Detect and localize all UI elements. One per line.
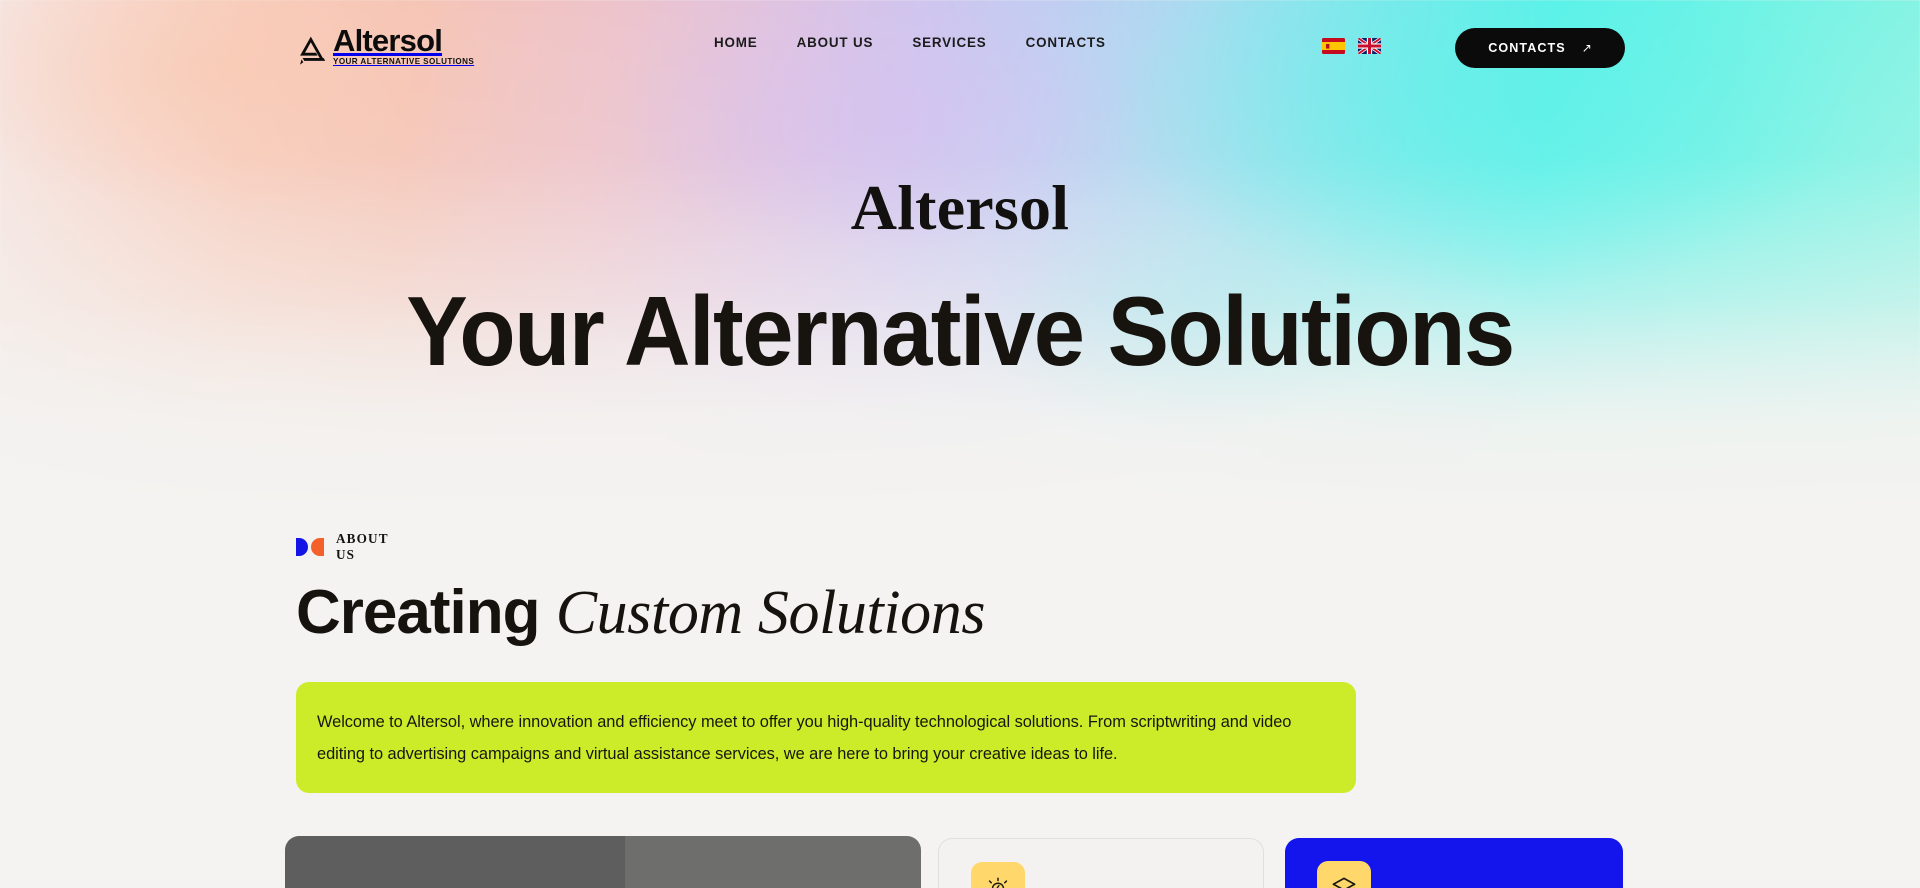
spain-flag-icon[interactable] (1322, 38, 1345, 54)
logo-wordmark: Altersol (333, 23, 443, 59)
blue-halfround-shape-icon (296, 538, 308, 556)
nav-item-home[interactable]: HOME (714, 25, 758, 60)
idea-card[interactable] (938, 838, 1264, 888)
orange-halfround-shape-icon (311, 538, 324, 556)
main-navigation: HOME ABOUT US SERVICES CONTACTS (714, 0, 1106, 84)
about-section-label: ABOUT US (336, 531, 389, 562)
hero-brand-name: Altersol (850, 172, 1070, 243)
site-header: Altersol YOUR ALTERNATIVE SOLUTIONS HOME… (0, 0, 1920, 84)
layers-card-icon-tile (1317, 861, 1371, 888)
media-card-right-panel (625, 836, 921, 888)
media-card[interactable] (285, 836, 921, 888)
nav-item-services[interactable]: SERVICES (912, 25, 986, 60)
dual-shape-bullet-icon (296, 538, 324, 556)
media-card-left-panel (285, 836, 625, 888)
nav-item-contacts[interactable]: CONTACTS (1026, 25, 1106, 60)
header-contacts-button[interactable]: CONTACTS ↗ (1455, 28, 1625, 68)
idea-card-icon-tile (971, 862, 1025, 888)
arrow-up-right-icon: ↗ (1581, 41, 1592, 55)
about-section-label-row: ABOUT US (296, 531, 388, 563)
about-intro-box: Welcome to Altersol, where innovation an… (296, 682, 1356, 794)
about-heading: Creating Custom Solutions (296, 579, 986, 647)
about-heading-bold: Creating (296, 578, 540, 647)
site-logo[interactable]: Altersol YOUR ALTERNATIVE SOLUTIONS (296, 23, 475, 66)
page-root: Altersol YOUR ALTERNATIVE SOLUTIONS HOME… (0, 0, 1920, 888)
nav-item-about-us[interactable]: ABOUT US (797, 25, 874, 60)
united-kingdom-flag-icon[interactable] (1358, 38, 1381, 54)
lightbulb-bolt-icon (988, 877, 1008, 888)
about-heading-italic: Custom Solutions (555, 579, 986, 647)
logo-tagline: YOUR ALTERNATIVE SOLUTIONS (333, 57, 475, 66)
hero-headline: Your Alternative Solutions (406, 276, 1515, 386)
about-intro-text: Welcome to Altersol, where innovation an… (317, 713, 1292, 764)
language-switcher (1322, 38, 1381, 54)
contacts-button-label: CONTACTS (1488, 41, 1566, 55)
altersol-triangle-monogram-icon (300, 36, 326, 65)
layers-card[interactable] (1285, 838, 1623, 888)
stacked-layers-icon (1332, 877, 1356, 888)
